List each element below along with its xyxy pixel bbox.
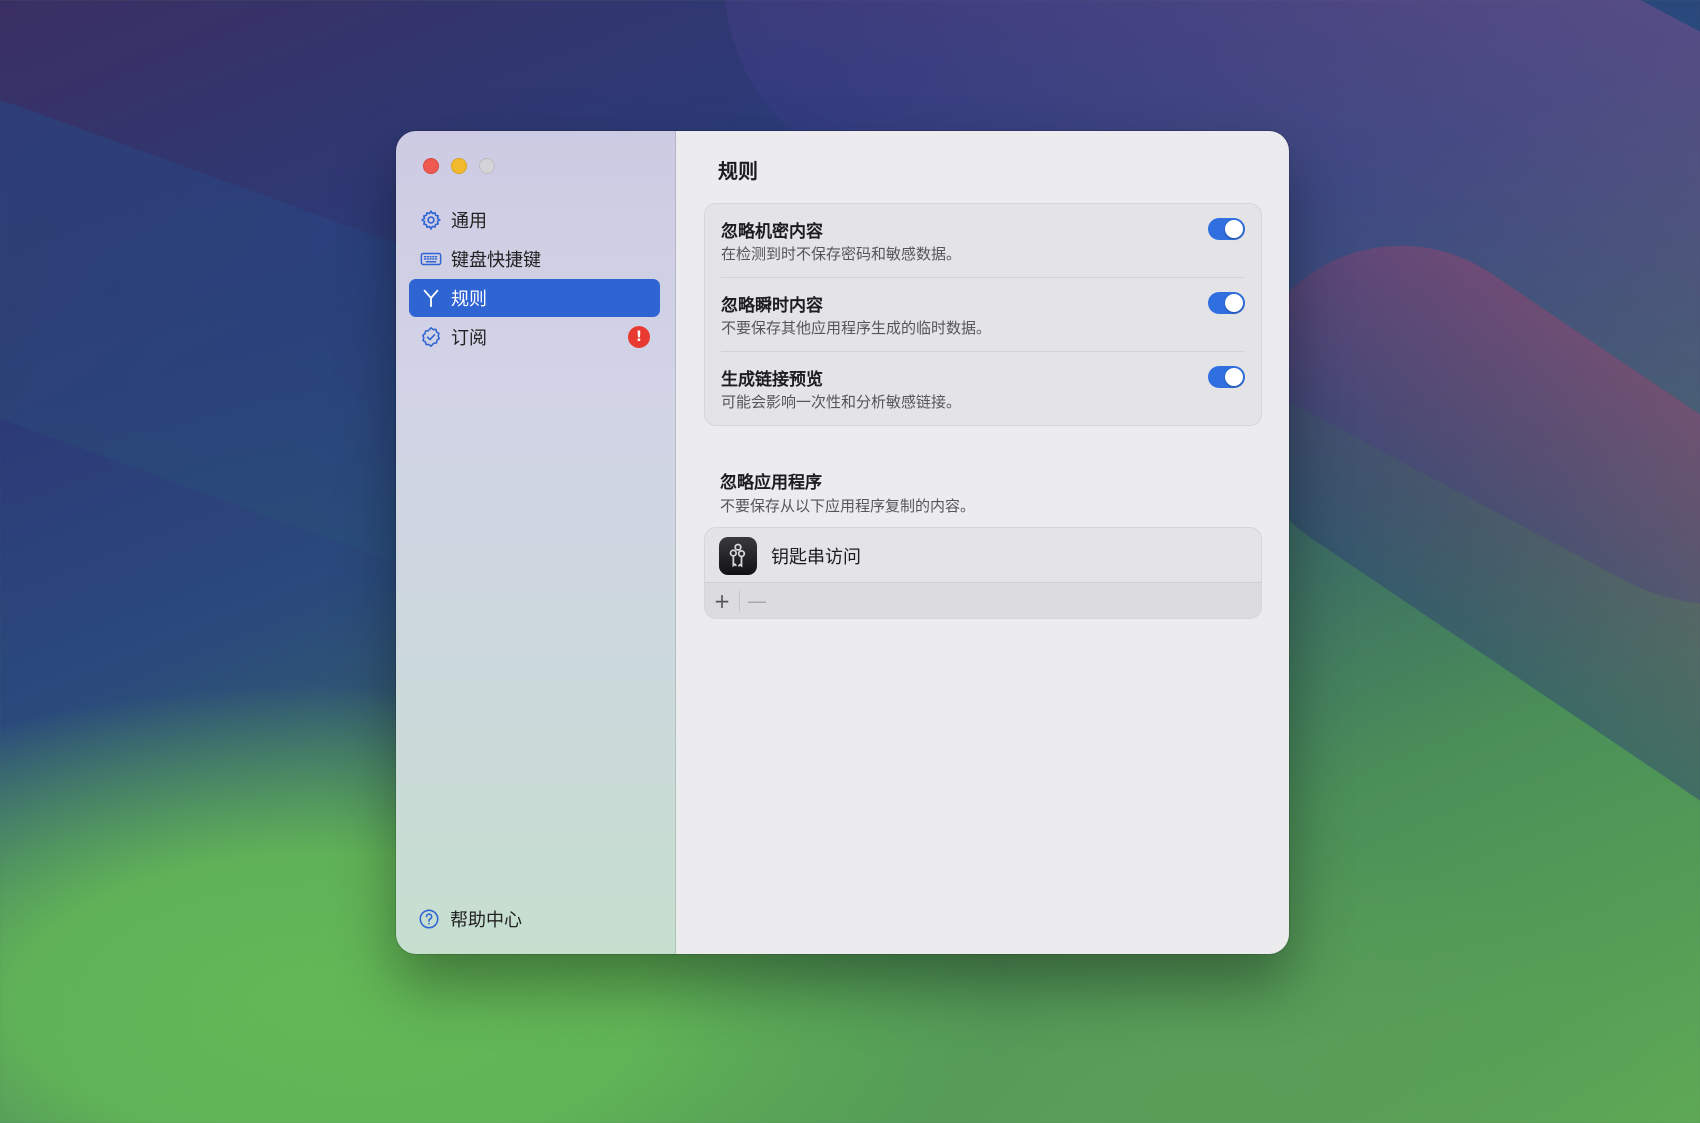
list-item[interactable]: 钥匙串访问 [705,528,1261,583]
ignored-apps-description: 不要保存从以下应用程序复制的内容。 [720,497,976,515]
app-name: 钥匙串访问 [771,546,861,568]
page-title: 规则 [718,159,758,183]
help-center-link[interactable]: 帮助中心 [418,906,522,932]
sidebar-item-shortcuts[interactable]: 键盘快捷键 [409,240,660,278]
link-preview-toggle[interactable] [1208,366,1245,388]
zoom-window-button[interactable] [479,158,495,174]
add-app-button[interactable]: + [705,583,739,618]
minimize-window-button[interactable] [451,158,467,174]
sidebar-item-label: 通用 [451,211,487,232]
sidebar-item-general[interactable]: 通用 [409,201,660,239]
rules-group: 忽略机密内容 在检测到时不保存密码和敏感数据。 忽略瞬时内容 不要保存其他应用程… [704,203,1262,426]
rule-row: 忽略机密内容 在检测到时不保存密码和敏感数据。 [721,204,1245,278]
toggle-knob [1225,368,1243,386]
list-toolbar: + — [705,582,1261,618]
ignored-apps-title: 忽略应用程序 [720,473,822,493]
question-circle-icon [418,908,440,930]
settings-window: 通用 键盘快捷键 规则 订阅 ! 帮助中心 规则 忽略机密内容 在检测到时不保存… [396,131,1289,954]
verified-badge-icon [420,326,442,348]
keychain-icon [719,536,757,575]
toggle-knob [1225,220,1243,238]
sidebar-item-label: 规则 [451,289,487,310]
sidebar-nav: 通用 键盘快捷键 规则 订阅 ! [409,201,660,357]
main-panel: 规则 忽略机密内容 在检测到时不保存密码和敏感数据。 忽略瞬时内容 不要保存其他… [676,131,1289,954]
toggle-knob [1225,294,1243,312]
branch-icon [420,287,442,309]
sidebar-item-label: 订阅 [451,328,487,349]
ignored-apps-list: 钥匙串访问 + — [704,527,1262,619]
rule-row: 忽略瞬时内容 不要保存其他应用程序生成的临时数据。 [721,278,1245,352]
help-center-label: 帮助中心 [450,910,522,931]
sidebar-item-subscription[interactable]: 订阅 ! [409,318,660,356]
ignore-confidential-toggle[interactable] [1208,218,1245,240]
keyboard-icon [420,248,442,270]
rule-title: 生成链接预览 [721,370,823,390]
sidebar-item-label: 键盘快捷键 [451,250,541,271]
rule-title: 忽略瞬时内容 [721,296,823,316]
ignore-transient-toggle[interactable] [1208,292,1245,314]
rule-title: 忽略机密内容 [721,222,823,242]
rule-row: 生成链接预览 可能会影响一次性和分析敏感链接。 [721,352,1245,426]
gear-icon [420,209,442,231]
rule-description: 可能会影响一次性和分析敏感链接。 [721,393,962,411]
rule-description: 不要保存其他应用程序生成的临时数据。 [721,319,992,337]
window-controls [423,158,495,174]
sidebar-item-rules[interactable]: 规则 [409,279,660,317]
rule-description: 在检测到时不保存密码和敏感数据。 [721,245,962,263]
remove-app-button[interactable]: — [740,583,774,618]
alert-badge: ! [628,326,650,348]
close-window-button[interactable] [423,158,439,174]
sidebar: 通用 键盘快捷键 规则 订阅 ! 帮助中心 [396,131,676,954]
